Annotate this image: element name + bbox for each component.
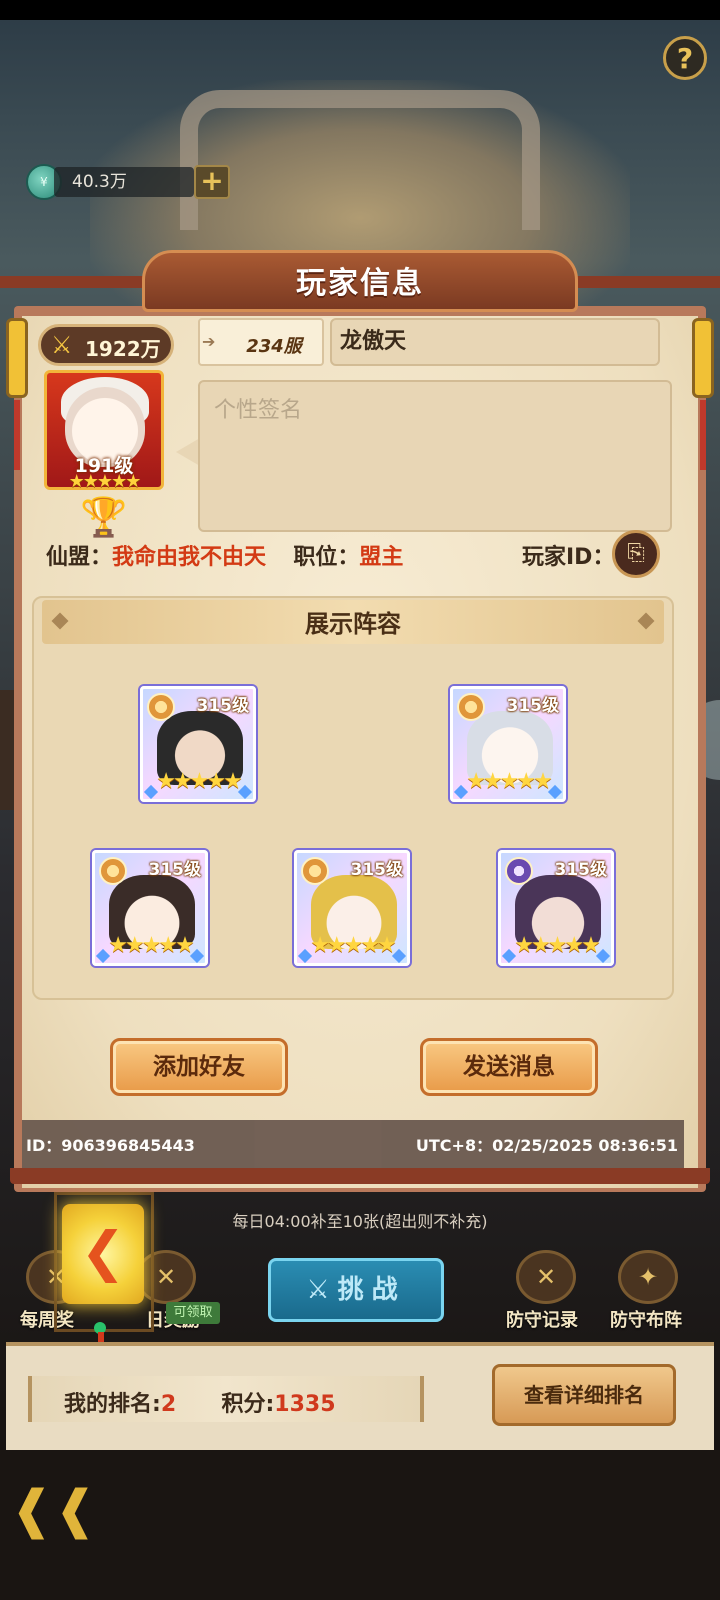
trophy-icon: 🏆 [80,495,128,539]
lineup-header: 展示阵容 [42,600,664,644]
background-roof-arch [180,90,540,230]
defense-record-label: 防守记录 [506,1310,578,1331]
hero-level: 315级 [196,696,250,716]
hero-level: 315级 [148,860,202,880]
defense-lineup-label: 防守布阵 [610,1310,682,1331]
view-detailed-ranking-button[interactable]: 查看详细排名 [492,1364,676,1426]
sun-element-icon [301,857,329,885]
lineup-title: 展示阵容 [305,610,401,638]
sun-element-icon [457,693,485,721]
status-bar [0,0,720,20]
signature-box: 个性签名 [198,380,672,532]
hero-level: 315级 [506,696,560,716]
server-tag: ➔ 234服 [198,318,324,366]
question-icon: ? [676,41,694,75]
scroll-handle-left [6,318,28,398]
copy-icon: ⎘ [627,541,645,566]
hero-card-3[interactable]: 315级 ★★★★★ [92,850,208,966]
scroll-handle-right [692,318,714,398]
scroll-tassel-left [14,400,20,470]
combat-power-value: 1922万 [85,337,161,361]
position-label: 职位： [293,545,360,570]
hero-level: 315级 [554,860,608,880]
my-rank-label: 我的排名: [64,1392,161,1417]
speech-bubble-tail [176,438,200,466]
position-value: 盟主 [359,545,404,570]
challenge-button[interactable]: ⚔挑战 [268,1258,444,1322]
back-button[interactable]: ❮ [62,1204,144,1304]
panel-bottom-rod [10,1168,710,1184]
hero-stars: ★★★★★ [108,933,195,958]
copy-id-button[interactable]: ⎘ [612,530,660,578]
hero-card-4[interactable]: 315级 ★★★★★ [294,850,410,966]
avatar-stars: ★★★★★ [68,471,142,492]
hero-card-5[interactable]: 315级 ★★★★★ [498,850,614,966]
panel-title: 玩家信息 [296,266,424,301]
defense-record-button[interactable]: ✕ [516,1250,576,1304]
footer-player-id: ID：906396845443 [26,1136,195,1155]
player-id-row: 玩家ID： [522,540,614,576]
add-currency-button[interactable]: + [194,165,230,199]
hero-card-2[interactable]: 315级 ★★★★★ [450,686,566,802]
score-value: 1335 [274,1392,336,1417]
hero-stars: ★★★★★ [156,769,243,794]
rank-text: 我的排名:2 积分:1335 [64,1386,336,1418]
hero-stars: ★★★★★ [466,769,553,794]
arrow-icon: ➔ [202,332,216,351]
help-button[interactable]: ? [663,36,707,80]
footer-timestamp: UTC+8：02/25/2025 08:36:51 [415,1136,678,1155]
add-friend-button[interactable]: 添加好友 [110,1038,288,1096]
hero-level: 315级 [350,860,404,880]
panel-footer: ID：906396845443 UTC+8：02/25/2025 08:36:5… [22,1120,684,1168]
back-arrow-icon: ❮ [80,1220,126,1283]
crossed-swords-icon: ⚔ [306,1275,338,1305]
hero-stars: ★★★★★ [310,933,397,958]
scroll-tassel-right [700,400,706,470]
currency-value: 40.3万 [54,167,194,197]
guild-row: 仙盟：我命由我不由天 职位：盟主 [46,540,403,576]
score-label: 积分: [221,1392,275,1417]
send-message-button[interactable]: 发送消息 [420,1038,598,1096]
decorative-fan-icon: ❰❰ [10,1480,98,1540]
panel-header: 玩家信息 [0,250,720,312]
guild-value: 我命由我不由天 [112,545,267,570]
player-name: 龙傲天 [330,318,660,366]
currency-display: ¥ 40.3万 + [26,164,230,200]
my-rank-value: 2 [160,1392,177,1417]
hero-stars: ★★★★★ [514,933,601,958]
crossed-swords-icon: ⚔ [51,331,73,359]
guild-label: 仙盟： [46,545,113,570]
server-value: 234服 [246,336,302,357]
combat-power-badge: ⚔ 1922万 [38,324,174,366]
hero-card-1[interactable]: 315级 ★★★★★ [140,686,256,802]
player-id-label: 玩家ID： [522,545,615,570]
sun-element-icon [99,857,127,885]
challenge-label: 挑战 [337,1275,406,1305]
player-avatar[interactable]: 191级 ★★★★★ [44,370,164,492]
moon-element-icon [505,857,533,885]
claim-badge: 可领取 [166,1302,220,1324]
sun-element-icon [147,693,175,721]
defense-lineup-button[interactable]: ✦ [618,1250,678,1304]
